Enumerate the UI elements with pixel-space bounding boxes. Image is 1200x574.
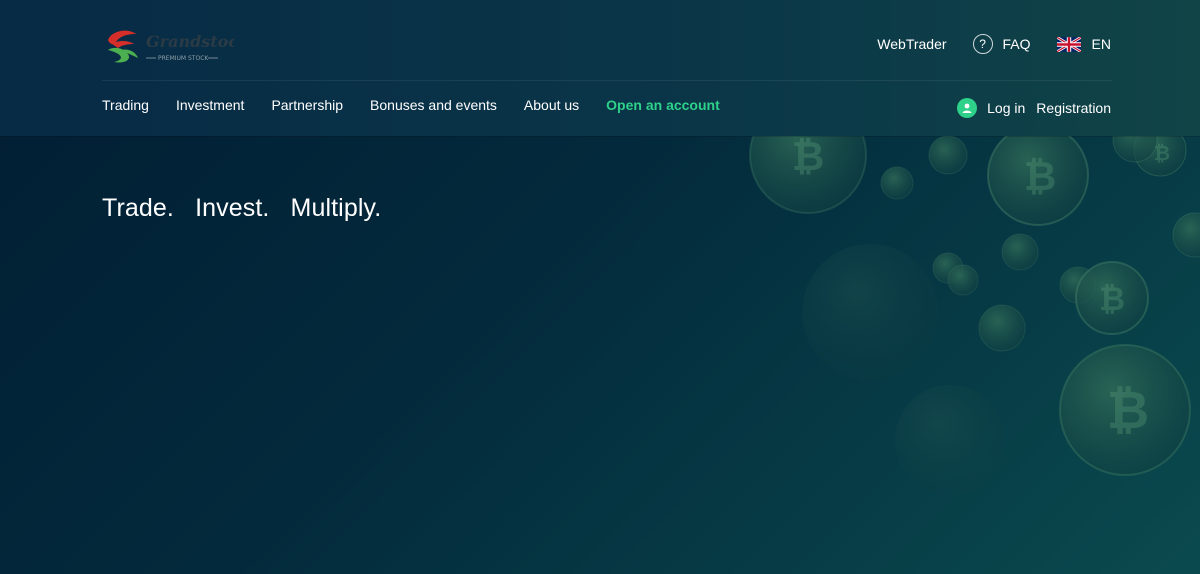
svg-text:₿: ₿: [1154, 141, 1170, 165]
auth-links: Log in Registration: [957, 98, 1111, 118]
nav-item-trading[interactable]: Trading: [102, 97, 149, 115]
main-nav: Trading Investment Partnership Bonuses a…: [102, 97, 747, 115]
nav-item-bonuses-and-events[interactable]: Bonuses and events: [370, 97, 497, 115]
faq-label: FAQ: [1002, 36, 1031, 52]
nav-item-about-us[interactable]: About us: [524, 97, 579, 115]
top-utility-bar: WebTrader ? FAQ EN: [877, 33, 1111, 55]
grandstock-logo[interactable]: Grandstock PREMIUM STOCK: [104, 26, 249, 66]
svg-text:₿: ₿: [1107, 381, 1149, 441]
coin: ₿ ₿ ₿ ₿ ₿: [749, 96, 1200, 495]
uk-flag-icon: [1056, 36, 1081, 52]
registration-link[interactable]: Registration: [1036, 100, 1111, 116]
webtrader-link[interactable]: WebTrader: [877, 36, 946, 52]
hero-title: Trade. Invest. Multiply.: [102, 194, 382, 222]
site-header: Grandstock PREMIUM STOCK WebTrader ? FAQ…: [0, 0, 1200, 136]
nav-item-investment[interactable]: Investment: [176, 97, 244, 115]
svg-text:Grandstock: Grandstock: [146, 32, 234, 51]
svg-text:PREMIUM STOCK: PREMIUM STOCK: [158, 55, 209, 62]
svg-text:₿: ₿: [792, 134, 825, 180]
language-label: EN: [1091, 36, 1111, 52]
svg-text:₿: ₿: [1099, 280, 1125, 318]
language-selector[interactable]: EN: [1056, 36, 1111, 52]
nav-item-partnership[interactable]: Partnership: [271, 97, 343, 115]
svg-text:₿: ₿: [1024, 154, 1057, 200]
user-glyph-icon: [962, 103, 972, 113]
question-icon: ?: [972, 34, 993, 54]
user-icon[interactable]: [957, 98, 978, 118]
logo-icon: Grandstock PREMIUM STOCK: [108, 30, 249, 63]
open-account-link[interactable]: Open an account: [606, 97, 720, 115]
login-link[interactable]: Log in: [987, 100, 1025, 116]
faq-link[interactable]: ? FAQ: [972, 34, 1031, 54]
header-divider: [102, 80, 1112, 81]
